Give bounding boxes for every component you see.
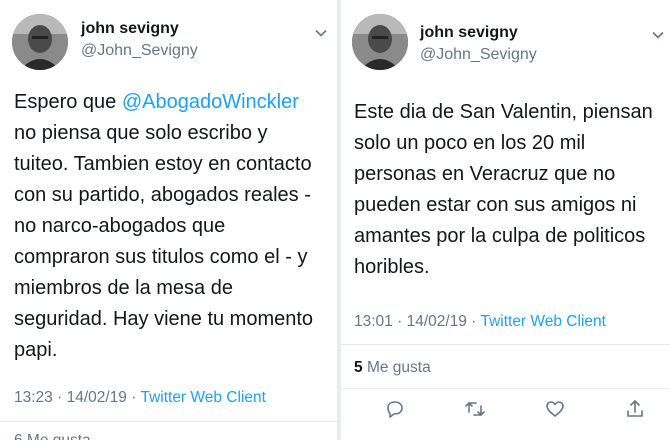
tweet-line: horibles.: [354, 256, 430, 278]
tweet-date[interactable]: 14/02/19: [67, 389, 127, 406]
tweet-meta: 13:23 · 14/02/19 · Twitter Web Client: [14, 389, 266, 407]
divider-line: [341, 344, 670, 345]
tweet-line: papi.: [14, 339, 58, 361]
likes-row[interactable]: 5 Me gusta: [354, 359, 431, 377]
tweet-line: Este dia de San Valentin, piensan: [354, 101, 653, 123]
likes-label: Me gusta: [366, 359, 431, 376]
author-name[interactable]: john sevigny: [420, 24, 518, 42]
tweet-time[interactable]: 13:23: [14, 389, 53, 406]
tweet-line: Espero que @AbogadoWinckler: [14, 87, 334, 118]
tweet-line: personas en Veracruz que no: [354, 163, 616, 185]
meta-separator: ·: [397, 313, 403, 330]
avatar[interactable]: [12, 14, 68, 70]
text-prefix: Espero que: [14, 91, 122, 113]
tweet-line: no piensa que solo escribo y: [14, 122, 268, 144]
reply-button[interactable]: [384, 398, 406, 420]
meta-separator: ·: [471, 313, 477, 330]
heart-icon: [546, 401, 564, 417]
tweet-meta: 13:01 · 14/02/19 · Twitter Web Client: [354, 313, 606, 331]
tweet-line: amantes por la culpa de politicos: [354, 225, 646, 247]
tweet-line: con su partido, abogados reales -: [14, 184, 311, 206]
mention-link[interactable]: @AbogadoWinckler: [122, 91, 299, 113]
likes-row-partial: 6 Me gusta: [0, 432, 337, 440]
share-icon: [627, 400, 643, 417]
chevron-down-icon[interactable]: [651, 28, 665, 42]
tweet-line: tuiteo. Tambien estoy en contacto: [14, 153, 312, 175]
tweet-text: Este dia de San Valentin, piensan solo u…: [354, 97, 668, 283]
client-link[interactable]: Twitter Web Client: [140, 389, 265, 406]
likes-count: 5: [354, 359, 363, 376]
reply-icon: [387, 401, 403, 418]
author-name[interactable]: john sevigny: [81, 20, 179, 38]
retweet-icon: [465, 402, 485, 416]
tweet-card-right: john sevigny @John_Sevigny Este dia de S…: [341, 0, 670, 440]
tweet-card-left: john sevigny @John_Sevigny Espero que @A…: [0, 0, 337, 440]
share-button[interactable]: [624, 398, 646, 420]
tweet-text: Espero que @AbogadoWinckler no piensa qu…: [14, 87, 334, 366]
tweet-line: no narco-abogados que: [14, 215, 226, 237]
likes-count-partial[interactable]: 6 Me gusta: [14, 432, 91, 440]
retweet-button[interactable]: [464, 398, 486, 420]
like-button[interactable]: [544, 398, 566, 420]
divider-line: [341, 388, 670, 389]
chevron-down-icon[interactable]: [314, 26, 328, 40]
avatar[interactable]: [352, 14, 408, 70]
tweet-line: miembros de la mesa de: [14, 277, 233, 299]
tweet-line: pueden estar con sus amigos ni: [354, 194, 637, 216]
tweet-line: seguridad. Hay viene tu momento: [14, 308, 314, 330]
tweet-line: compraron sus titulos como el - y: [14, 246, 308, 268]
meta-separator: ·: [131, 389, 137, 406]
profile-photo: [352, 14, 408, 70]
author-handle[interactable]: @John_Sevigny: [81, 42, 198, 60]
meta-separator: ·: [57, 389, 63, 406]
client-link[interactable]: Twitter Web Client: [480, 313, 605, 330]
tweet-line: solo un poco en los 20 mil: [354, 132, 586, 154]
tweet-date[interactable]: 14/02/19: [407, 313, 467, 330]
author-handle[interactable]: @John_Sevigny: [420, 46, 537, 64]
tweet-time[interactable]: 13:01: [354, 313, 393, 330]
divider-line: [0, 421, 337, 422]
profile-photo: [12, 14, 68, 70]
